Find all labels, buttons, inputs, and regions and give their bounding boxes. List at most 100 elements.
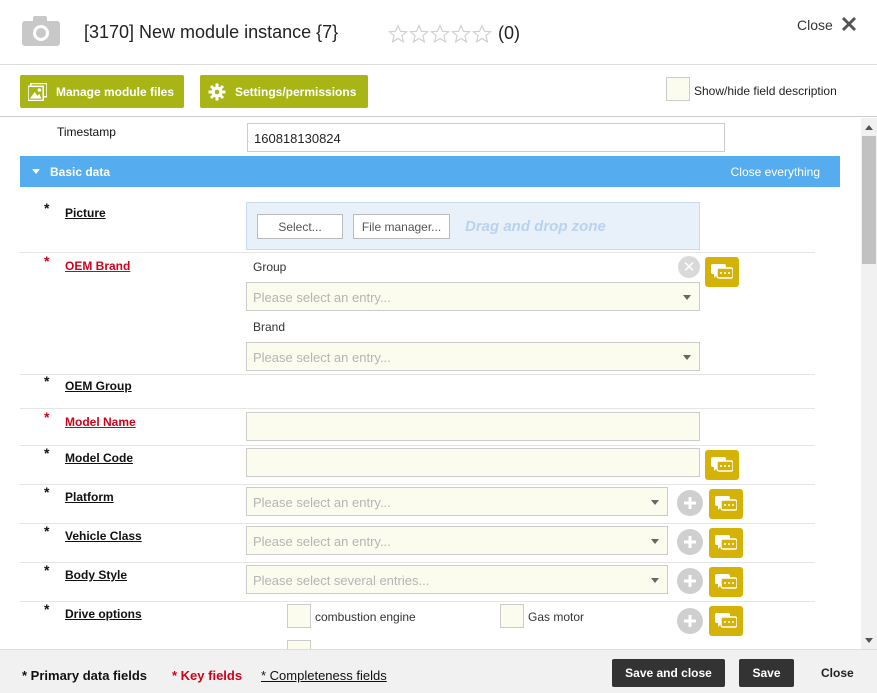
vehicle-class-select[interactable]: Please select an entry...	[246, 526, 668, 555]
key-fields-legend: * Key fields	[172, 668, 243, 683]
select-file-button[interactable]: Select...	[257, 214, 343, 239]
model-name-label: Model Name	[65, 415, 136, 429]
divider	[20, 374, 815, 375]
brand-sublabel: Brand	[253, 320, 286, 334]
star-rating[interactable]	[388, 24, 492, 44]
comment-button[interactable]	[709, 489, 743, 519]
plus-icon	[684, 575, 696, 587]
group-select-placeholder: Please select an entry...	[253, 290, 391, 305]
key-field-marker: *	[44, 253, 50, 269]
comment-button[interactable]	[705, 257, 739, 287]
combustion-engine-checkbox[interactable]	[287, 604, 311, 628]
add-entry-button[interactable]	[677, 608, 703, 634]
primary-field-marker: *	[44, 373, 50, 389]
model-name-input[interactable]	[246, 412, 700, 441]
star-icon[interactable]	[430, 24, 450, 44]
platform-select-placeholder: Please select an entry...	[253, 495, 391, 510]
divider	[20, 445, 815, 446]
plus-icon	[684, 497, 696, 509]
primary-field-marker: *	[44, 484, 50, 500]
body-style-label: Body Style	[65, 568, 128, 582]
image-icon	[28, 82, 47, 101]
chevron-down-icon	[651, 539, 659, 544]
drive-option-checkbox[interactable]	[287, 640, 311, 649]
close-link[interactable]: Close	[797, 17, 833, 33]
model-code-input[interactable]	[246, 448, 700, 477]
primary-field-marker: *	[44, 562, 50, 578]
divider	[20, 484, 815, 485]
body-style-select[interactable]: Please select several entries...	[246, 565, 668, 594]
comments-icon	[715, 535, 737, 550]
primary-fields-legend: * Primary data fields	[22, 668, 147, 683]
comments-icon	[715, 574, 737, 589]
star-icon[interactable]	[409, 24, 429, 44]
model-code-label: Model Code	[65, 451, 133, 465]
plus-icon	[684, 536, 696, 548]
star-icon[interactable]	[388, 24, 408, 44]
save-button[interactable]: Save	[739, 659, 794, 687]
divider	[20, 562, 815, 563]
star-icon[interactable]	[451, 24, 471, 44]
comments-icon	[715, 613, 737, 628]
settings-label: Settings/permissions	[235, 84, 357, 99]
star-icon[interactable]	[472, 24, 492, 44]
close-icon[interactable]	[840, 15, 858, 33]
chevron-down-icon	[683, 295, 691, 300]
vertical-scrollbar[interactable]	[861, 118, 877, 649]
picture-label: Picture	[65, 206, 106, 220]
scroll-up-icon[interactable]	[865, 125, 873, 130]
picture-drop-zone[interactable]: Select... File manager... Drag and drop …	[246, 202, 700, 250]
group-select[interactable]: Please select an entry...	[246, 282, 700, 311]
dialog-title: [3170] New module instance {7}	[84, 22, 339, 42]
comment-button[interactable]	[709, 606, 743, 636]
add-entry-button[interactable]	[677, 568, 703, 594]
plus-icon	[684, 615, 696, 627]
save-and-close-button[interactable]: Save and close	[612, 659, 725, 687]
scroll-down-icon[interactable]	[865, 638, 873, 643]
key-field-marker: *	[44, 409, 50, 425]
timestamp-label: Timestamp	[57, 125, 116, 139]
group-sublabel: Group	[253, 260, 287, 274]
caret-down-icon	[32, 169, 40, 174]
combustion-engine-label: combustion engine	[315, 610, 416, 624]
basic-data-section-header[interactable]: Basic data Close everything	[20, 156, 840, 187]
primary-field-marker: *	[44, 200, 50, 216]
brand-select[interactable]: Please select an entry...	[246, 342, 700, 371]
drop-zone-text: Drag and drop zone	[465, 218, 606, 235]
primary-field-marker: *	[44, 523, 50, 539]
comments-icon	[711, 264, 733, 279]
divider	[20, 523, 815, 524]
divider	[20, 252, 815, 253]
comments-icon	[711, 457, 733, 472]
drive-options-label: Drive options	[65, 607, 142, 621]
clear-icon[interactable]: ✕	[678, 256, 700, 278]
comment-button[interactable]	[705, 450, 739, 480]
completeness-fields-legend: * Completeness fields	[261, 668, 387, 683]
manage-module-files-button[interactable]: Manage module files	[20, 75, 184, 108]
dialog-header: [3170] New module instance {7} (0) Close	[0, 0, 877, 65]
show-hide-description-label: Show/hide field description	[694, 84, 837, 98]
settings-permissions-button[interactable]: Settings/permissions	[200, 75, 368, 108]
add-entry-button[interactable]	[677, 490, 703, 516]
brand-select-placeholder: Please select an entry...	[253, 350, 391, 365]
chevron-down-icon	[651, 500, 659, 505]
vehicle-class-label: Vehicle Class	[65, 529, 142, 543]
rating-count: (0)	[498, 23, 520, 43]
timestamp-field[interactable]: 160818130824	[247, 123, 725, 152]
manage-files-label: Manage module files	[55, 84, 174, 99]
comment-button[interactable]	[709, 567, 743, 597]
show-hide-description-checkbox[interactable]	[666, 77, 690, 101]
platform-select[interactable]: Please select an entry...	[246, 487, 668, 516]
comment-button[interactable]	[709, 528, 743, 558]
gas-motor-checkbox[interactable]	[500, 604, 524, 628]
primary-field-marker: *	[44, 601, 50, 617]
divider	[20, 408, 815, 409]
gas-motor-label: Gas motor	[528, 610, 585, 624]
file-manager-button[interactable]: File manager...	[353, 214, 450, 239]
scrollbar-thumb[interactable]	[862, 136, 876, 264]
oem-brand-label: OEM Brand	[65, 259, 131, 273]
chevron-down-icon	[683, 355, 691, 360]
close-everything-link[interactable]: Close everything	[731, 165, 820, 179]
close-button[interactable]: Close	[821, 666, 854, 680]
add-entry-button[interactable]	[677, 529, 703, 555]
